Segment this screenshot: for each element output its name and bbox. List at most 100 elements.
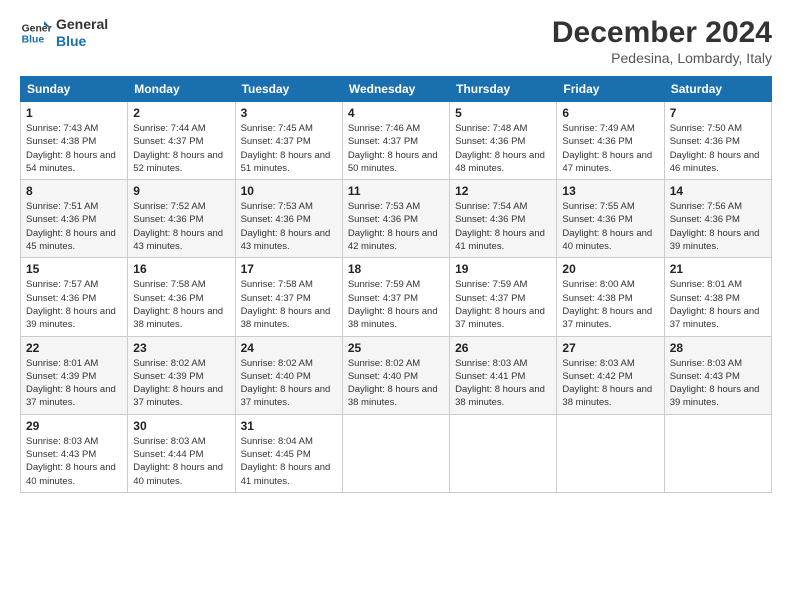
- table-row: 11 Sunrise: 7:53 AM Sunset: 4:36 PM Dayl…: [342, 180, 449, 258]
- table-row: 7 Sunrise: 7:50 AM Sunset: 4:36 PM Dayli…: [664, 102, 771, 180]
- day-info: Sunrise: 7:53 AM Sunset: 4:36 PM Dayligh…: [348, 200, 444, 253]
- day-info: Sunrise: 7:55 AM Sunset: 4:36 PM Dayligh…: [562, 200, 658, 253]
- table-row: 21 Sunrise: 8:01 AM Sunset: 4:38 PM Dayl…: [664, 258, 771, 336]
- table-row: 3 Sunrise: 7:45 AM Sunset: 4:37 PM Dayli…: [235, 102, 342, 180]
- day-info: Sunrise: 8:03 AM Sunset: 4:44 PM Dayligh…: [133, 435, 229, 488]
- day-info: Sunrise: 8:00 AM Sunset: 4:38 PM Dayligh…: [562, 278, 658, 331]
- table-row: 26 Sunrise: 8:03 AM Sunset: 4:41 PM Dayl…: [450, 336, 557, 414]
- table-row: [450, 414, 557, 492]
- title-block: December 2024 Pedesina, Lombardy, Italy: [552, 16, 772, 66]
- day-info: Sunrise: 7:48 AM Sunset: 4:36 PM Dayligh…: [455, 122, 551, 175]
- day-number: 5: [455, 106, 551, 120]
- day-number: 6: [562, 106, 658, 120]
- table-row: 17 Sunrise: 7:58 AM Sunset: 4:37 PM Dayl…: [235, 258, 342, 336]
- day-number: 15: [26, 262, 122, 276]
- day-number: 11: [348, 184, 444, 198]
- table-row: 16 Sunrise: 7:58 AM Sunset: 4:36 PM Dayl…: [128, 258, 235, 336]
- day-number: 4: [348, 106, 444, 120]
- table-row: 4 Sunrise: 7:46 AM Sunset: 4:37 PM Dayli…: [342, 102, 449, 180]
- day-info: Sunrise: 7:52 AM Sunset: 4:36 PM Dayligh…: [133, 200, 229, 253]
- table-row: 24 Sunrise: 8:02 AM Sunset: 4:40 PM Dayl…: [235, 336, 342, 414]
- day-number: 17: [241, 262, 337, 276]
- table-row: 13 Sunrise: 7:55 AM Sunset: 4:36 PM Dayl…: [557, 180, 664, 258]
- day-info: Sunrise: 7:56 AM Sunset: 4:36 PM Dayligh…: [670, 200, 766, 253]
- day-number: 24: [241, 341, 337, 355]
- day-info: Sunrise: 7:46 AM Sunset: 4:37 PM Dayligh…: [348, 122, 444, 175]
- day-number: 18: [348, 262, 444, 276]
- table-row: 9 Sunrise: 7:52 AM Sunset: 4:36 PM Dayli…: [128, 180, 235, 258]
- table-row: 30 Sunrise: 8:03 AM Sunset: 4:44 PM Dayl…: [128, 414, 235, 492]
- table-row: 2 Sunrise: 7:44 AM Sunset: 4:37 PM Dayli…: [128, 102, 235, 180]
- day-info: Sunrise: 7:54 AM Sunset: 4:36 PM Dayligh…: [455, 200, 551, 253]
- day-number: 21: [670, 262, 766, 276]
- day-info: Sunrise: 8:02 AM Sunset: 4:39 PM Dayligh…: [133, 357, 229, 410]
- col-monday: Monday: [128, 77, 235, 102]
- day-info: Sunrise: 8:01 AM Sunset: 4:38 PM Dayligh…: [670, 278, 766, 331]
- day-number: 29: [26, 419, 122, 433]
- logo-line1: General: [56, 16, 108, 33]
- day-info: Sunrise: 8:03 AM Sunset: 4:42 PM Dayligh…: [562, 357, 658, 410]
- table-row: 14 Sunrise: 7:56 AM Sunset: 4:36 PM Dayl…: [664, 180, 771, 258]
- day-number: 1: [26, 106, 122, 120]
- day-number: 19: [455, 262, 551, 276]
- table-row: 18 Sunrise: 7:59 AM Sunset: 4:37 PM Dayl…: [342, 258, 449, 336]
- header: General Blue General Blue December 2024 …: [20, 16, 772, 66]
- day-number: 2: [133, 106, 229, 120]
- day-info: Sunrise: 7:43 AM Sunset: 4:38 PM Dayligh…: [26, 122, 122, 175]
- col-sunday: Sunday: [21, 77, 128, 102]
- table-row: [342, 414, 449, 492]
- day-info: Sunrise: 8:03 AM Sunset: 4:43 PM Dayligh…: [26, 435, 122, 488]
- table-row: 29 Sunrise: 8:03 AM Sunset: 4:43 PM Dayl…: [21, 414, 128, 492]
- day-number: 9: [133, 184, 229, 198]
- day-info: Sunrise: 7:59 AM Sunset: 4:37 PM Dayligh…: [348, 278, 444, 331]
- location-subtitle: Pedesina, Lombardy, Italy: [552, 50, 772, 66]
- logo-line2: Blue: [56, 33, 108, 50]
- day-info: Sunrise: 7:45 AM Sunset: 4:37 PM Dayligh…: [241, 122, 337, 175]
- day-info: Sunrise: 8:04 AM Sunset: 4:45 PM Dayligh…: [241, 435, 337, 488]
- table-row: 6 Sunrise: 7:49 AM Sunset: 4:36 PM Dayli…: [557, 102, 664, 180]
- calendar-table: Sunday Monday Tuesday Wednesday Thursday…: [20, 76, 772, 493]
- day-info: Sunrise: 7:58 AM Sunset: 4:37 PM Dayligh…: [241, 278, 337, 331]
- day-info: Sunrise: 7:53 AM Sunset: 4:36 PM Dayligh…: [241, 200, 337, 253]
- day-number: 8: [26, 184, 122, 198]
- table-row: 5 Sunrise: 7:48 AM Sunset: 4:36 PM Dayli…: [450, 102, 557, 180]
- day-info: Sunrise: 7:58 AM Sunset: 4:36 PM Dayligh…: [133, 278, 229, 331]
- col-tuesday: Tuesday: [235, 77, 342, 102]
- day-info: Sunrise: 8:02 AM Sunset: 4:40 PM Dayligh…: [241, 357, 337, 410]
- table-row: [664, 414, 771, 492]
- table-row: [557, 414, 664, 492]
- day-info: Sunrise: 8:03 AM Sunset: 4:41 PM Dayligh…: [455, 357, 551, 410]
- day-info: Sunrise: 7:49 AM Sunset: 4:36 PM Dayligh…: [562, 122, 658, 175]
- day-number: 14: [670, 184, 766, 198]
- logo: General Blue General Blue: [20, 16, 108, 50]
- day-number: 26: [455, 341, 551, 355]
- day-number: 22: [26, 341, 122, 355]
- col-saturday: Saturday: [664, 77, 771, 102]
- col-thursday: Thursday: [450, 77, 557, 102]
- day-number: 25: [348, 341, 444, 355]
- table-row: 20 Sunrise: 8:00 AM Sunset: 4:38 PM Dayl…: [557, 258, 664, 336]
- day-number: 27: [562, 341, 658, 355]
- col-friday: Friday: [557, 77, 664, 102]
- table-row: 27 Sunrise: 8:03 AM Sunset: 4:42 PM Dayl…: [557, 336, 664, 414]
- table-row: 23 Sunrise: 8:02 AM Sunset: 4:39 PM Dayl…: [128, 336, 235, 414]
- day-info: Sunrise: 8:01 AM Sunset: 4:39 PM Dayligh…: [26, 357, 122, 410]
- table-row: 8 Sunrise: 7:51 AM Sunset: 4:36 PM Dayli…: [21, 180, 128, 258]
- svg-text:Blue: Blue: [22, 34, 45, 45]
- table-row: 1 Sunrise: 7:43 AM Sunset: 4:38 PM Dayli…: [21, 102, 128, 180]
- day-number: 10: [241, 184, 337, 198]
- table-row: 15 Sunrise: 7:57 AM Sunset: 4:36 PM Dayl…: [21, 258, 128, 336]
- col-wednesday: Wednesday: [342, 77, 449, 102]
- table-row: 22 Sunrise: 8:01 AM Sunset: 4:39 PM Dayl…: [21, 336, 128, 414]
- day-info: Sunrise: 7:44 AM Sunset: 4:37 PM Dayligh…: [133, 122, 229, 175]
- month-title: December 2024: [552, 16, 772, 50]
- table-row: 10 Sunrise: 7:53 AM Sunset: 4:36 PM Dayl…: [235, 180, 342, 258]
- table-row: 31 Sunrise: 8:04 AM Sunset: 4:45 PM Dayl…: [235, 414, 342, 492]
- day-number: 30: [133, 419, 229, 433]
- day-info: Sunrise: 7:51 AM Sunset: 4:36 PM Dayligh…: [26, 200, 122, 253]
- day-number: 16: [133, 262, 229, 276]
- day-number: 13: [562, 184, 658, 198]
- day-info: Sunrise: 8:02 AM Sunset: 4:40 PM Dayligh…: [348, 357, 444, 410]
- table-row: 12 Sunrise: 7:54 AM Sunset: 4:36 PM Dayl…: [450, 180, 557, 258]
- day-number: 12: [455, 184, 551, 198]
